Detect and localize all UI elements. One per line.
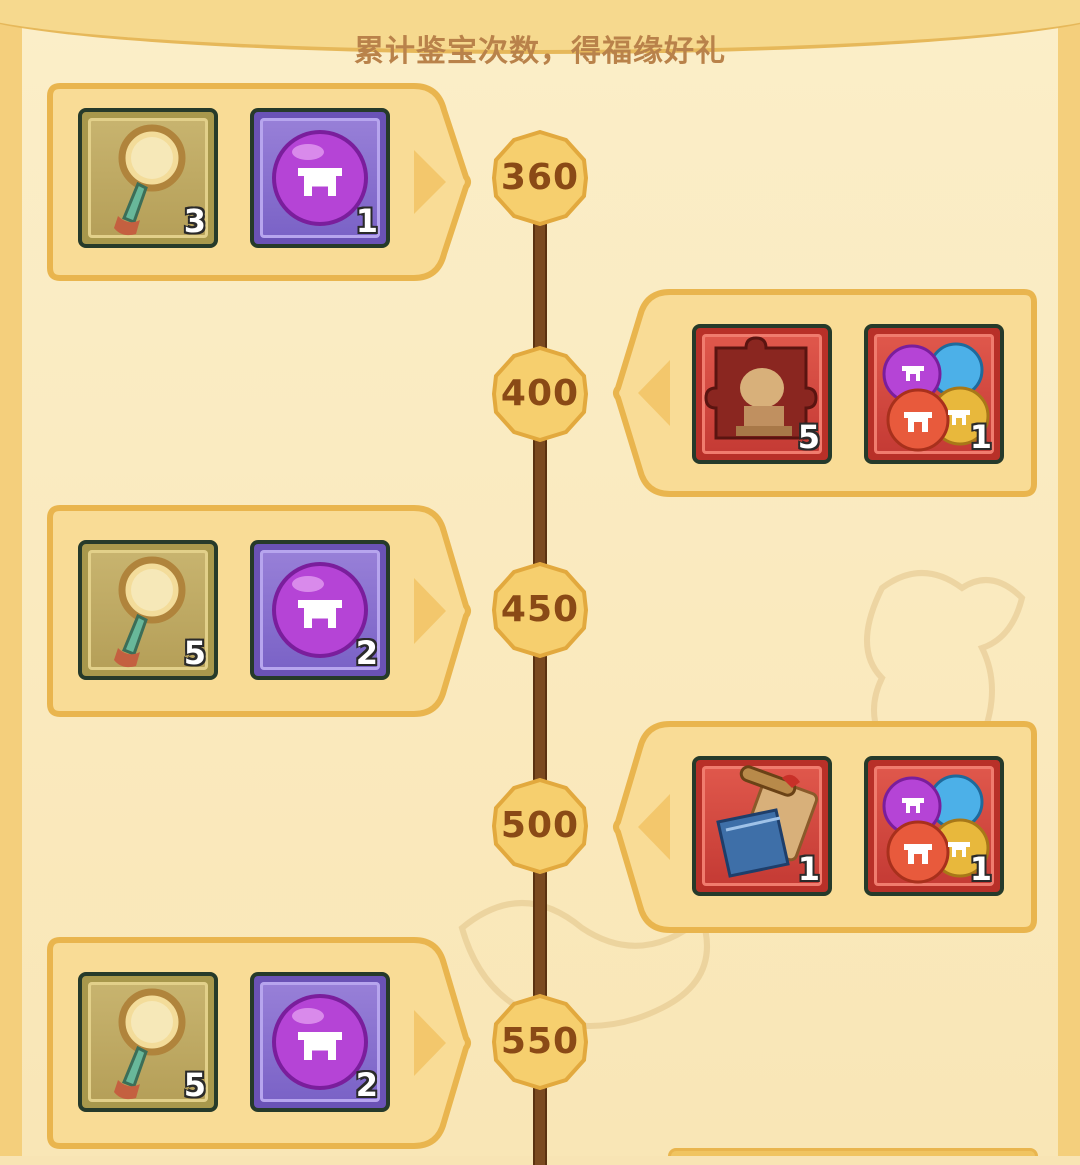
reward-item[interactable]: 1 — [250, 108, 390, 248]
milestone-node-360: 360 — [492, 130, 588, 226]
reward-item[interactable]: 1 — [692, 756, 832, 896]
reward-item[interactable]: 1 — [864, 324, 1004, 464]
reward-card-360[interactable]: 3 1 — [46, 82, 471, 281]
milestone-count: 500 — [500, 805, 580, 846]
milestone-node-450: 450 — [492, 562, 588, 658]
reward-item[interactable]: 2 — [250, 540, 390, 680]
milestone-node-400: 400 — [492, 346, 588, 442]
reward-item[interactable]: 5 — [692, 324, 832, 464]
page-title: 累计鉴宝次数，得福缘好礼 — [354, 34, 726, 69]
reward-item[interactable]: 3 — [78, 108, 218, 248]
reward-card-450[interactable]: 5 2 — [46, 504, 471, 717]
milestone-node-500: 500 — [492, 778, 588, 874]
reward-card-500[interactable]: 1 1 — [608, 720, 1037, 933]
reward-item[interactable]: 5 — [78, 972, 218, 1112]
reward-item[interactable]: 2 — [250, 972, 390, 1112]
milestone-count: 550 — [500, 1021, 580, 1062]
milestone-count: 450 — [500, 589, 580, 630]
reward-card-550[interactable]: 5 2 — [46, 936, 471, 1149]
next-reward-card-edge[interactable] — [668, 1148, 1038, 1156]
reward-item[interactable]: 1 — [864, 756, 1004, 896]
milestone-node-550: 550 — [492, 994, 588, 1090]
milestone-count: 400 — [500, 373, 580, 414]
reward-item[interactable]: 5 — [78, 540, 218, 680]
milestone-count: 360 — [500, 157, 580, 198]
reward-card-400[interactable]: 5 1 — [608, 288, 1037, 497]
